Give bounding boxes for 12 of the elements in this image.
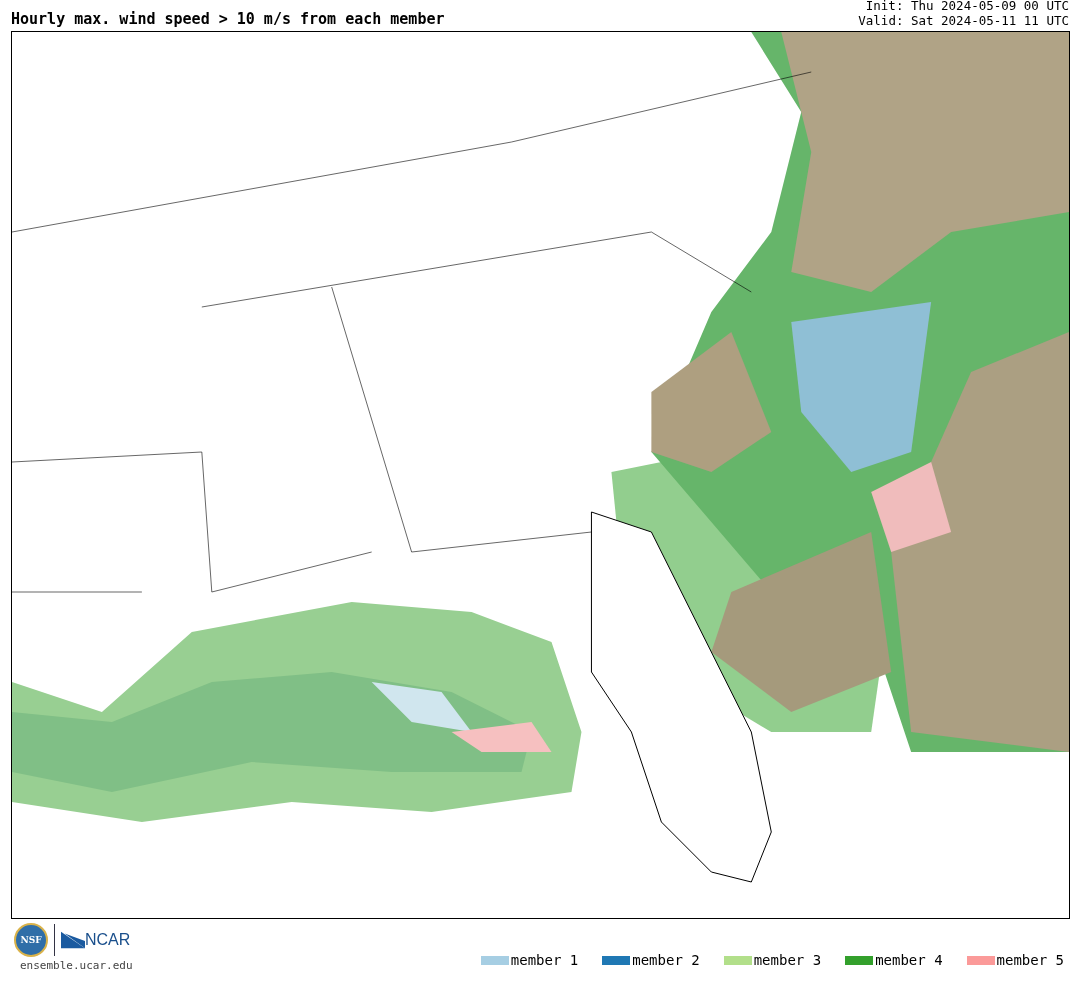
valid-time: Valid: Sat 2024-05-11 11 UTC bbox=[858, 13, 1069, 28]
ncar-logo-icon bbox=[61, 931, 85, 949]
legend-label: member 5 bbox=[996, 952, 1064, 968]
nsf-logo: NSF bbox=[14, 923, 48, 957]
chart-title: Hourly max. wind speed > 10 m/s from each member bbox=[11, 10, 445, 28]
init-time: Init: Thu 2024-05-09 00 UTC bbox=[865, 0, 1069, 13]
ncar-logo: NCAR bbox=[85, 931, 131, 949]
legend-label: member 2 bbox=[632, 952, 700, 968]
legend-label: member 1 bbox=[510, 952, 579, 968]
legend-label: member 3 bbox=[753, 952, 822, 968]
legend-label: member 4 bbox=[875, 952, 943, 968]
site-link[interactable]: ensemble.ucar.edu bbox=[20, 959, 133, 972]
